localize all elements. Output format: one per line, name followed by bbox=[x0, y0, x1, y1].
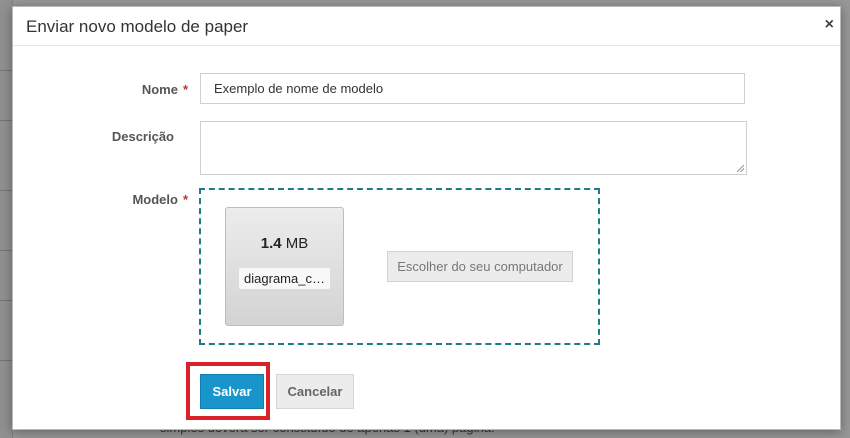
file-size: 1.4 MB bbox=[226, 235, 343, 252]
close-icon[interactable]: × bbox=[825, 17, 834, 33]
descricao-label: Descrição bbox=[111, 129, 174, 144]
cancel-button[interactable]: Cancelar bbox=[276, 374, 354, 409]
descricao-textarea[interactable] bbox=[200, 121, 747, 175]
dialog-title: Enviar novo modelo de paper bbox=[26, 17, 249, 36]
modelo-label: Modelo * bbox=[113, 192, 188, 207]
file-dropzone[interactable]: 1.4 MB diagrama_c… Escolher do seu compu… bbox=[199, 188, 600, 345]
required-mark: * bbox=[182, 192, 188, 207]
choose-file-button[interactable]: Escolher do seu computador bbox=[387, 251, 573, 282]
file-size-unit: MB bbox=[285, 235, 309, 252]
file-size-number: 1.4 bbox=[260, 235, 282, 252]
modelo-label-text: Modelo bbox=[132, 192, 178, 207]
required-mark: * bbox=[182, 82, 188, 97]
save-button[interactable]: Salvar bbox=[200, 374, 264, 409]
dialog-header: Enviar novo modelo de paper × bbox=[13, 7, 840, 46]
nome-label-text: Nome bbox=[141, 82, 178, 97]
file-name: diagrama_c… bbox=[239, 268, 330, 289]
nome-label: Nome * bbox=[113, 82, 188, 97]
upload-model-dialog: Enviar novo modelo de paper × Nome * Desc… bbox=[12, 6, 841, 430]
uploaded-file-preview[interactable]: 1.4 MB diagrama_c… bbox=[225, 207, 344, 326]
nome-input[interactable] bbox=[200, 73, 745, 104]
resize-handle-icon[interactable] bbox=[737, 165, 744, 172]
